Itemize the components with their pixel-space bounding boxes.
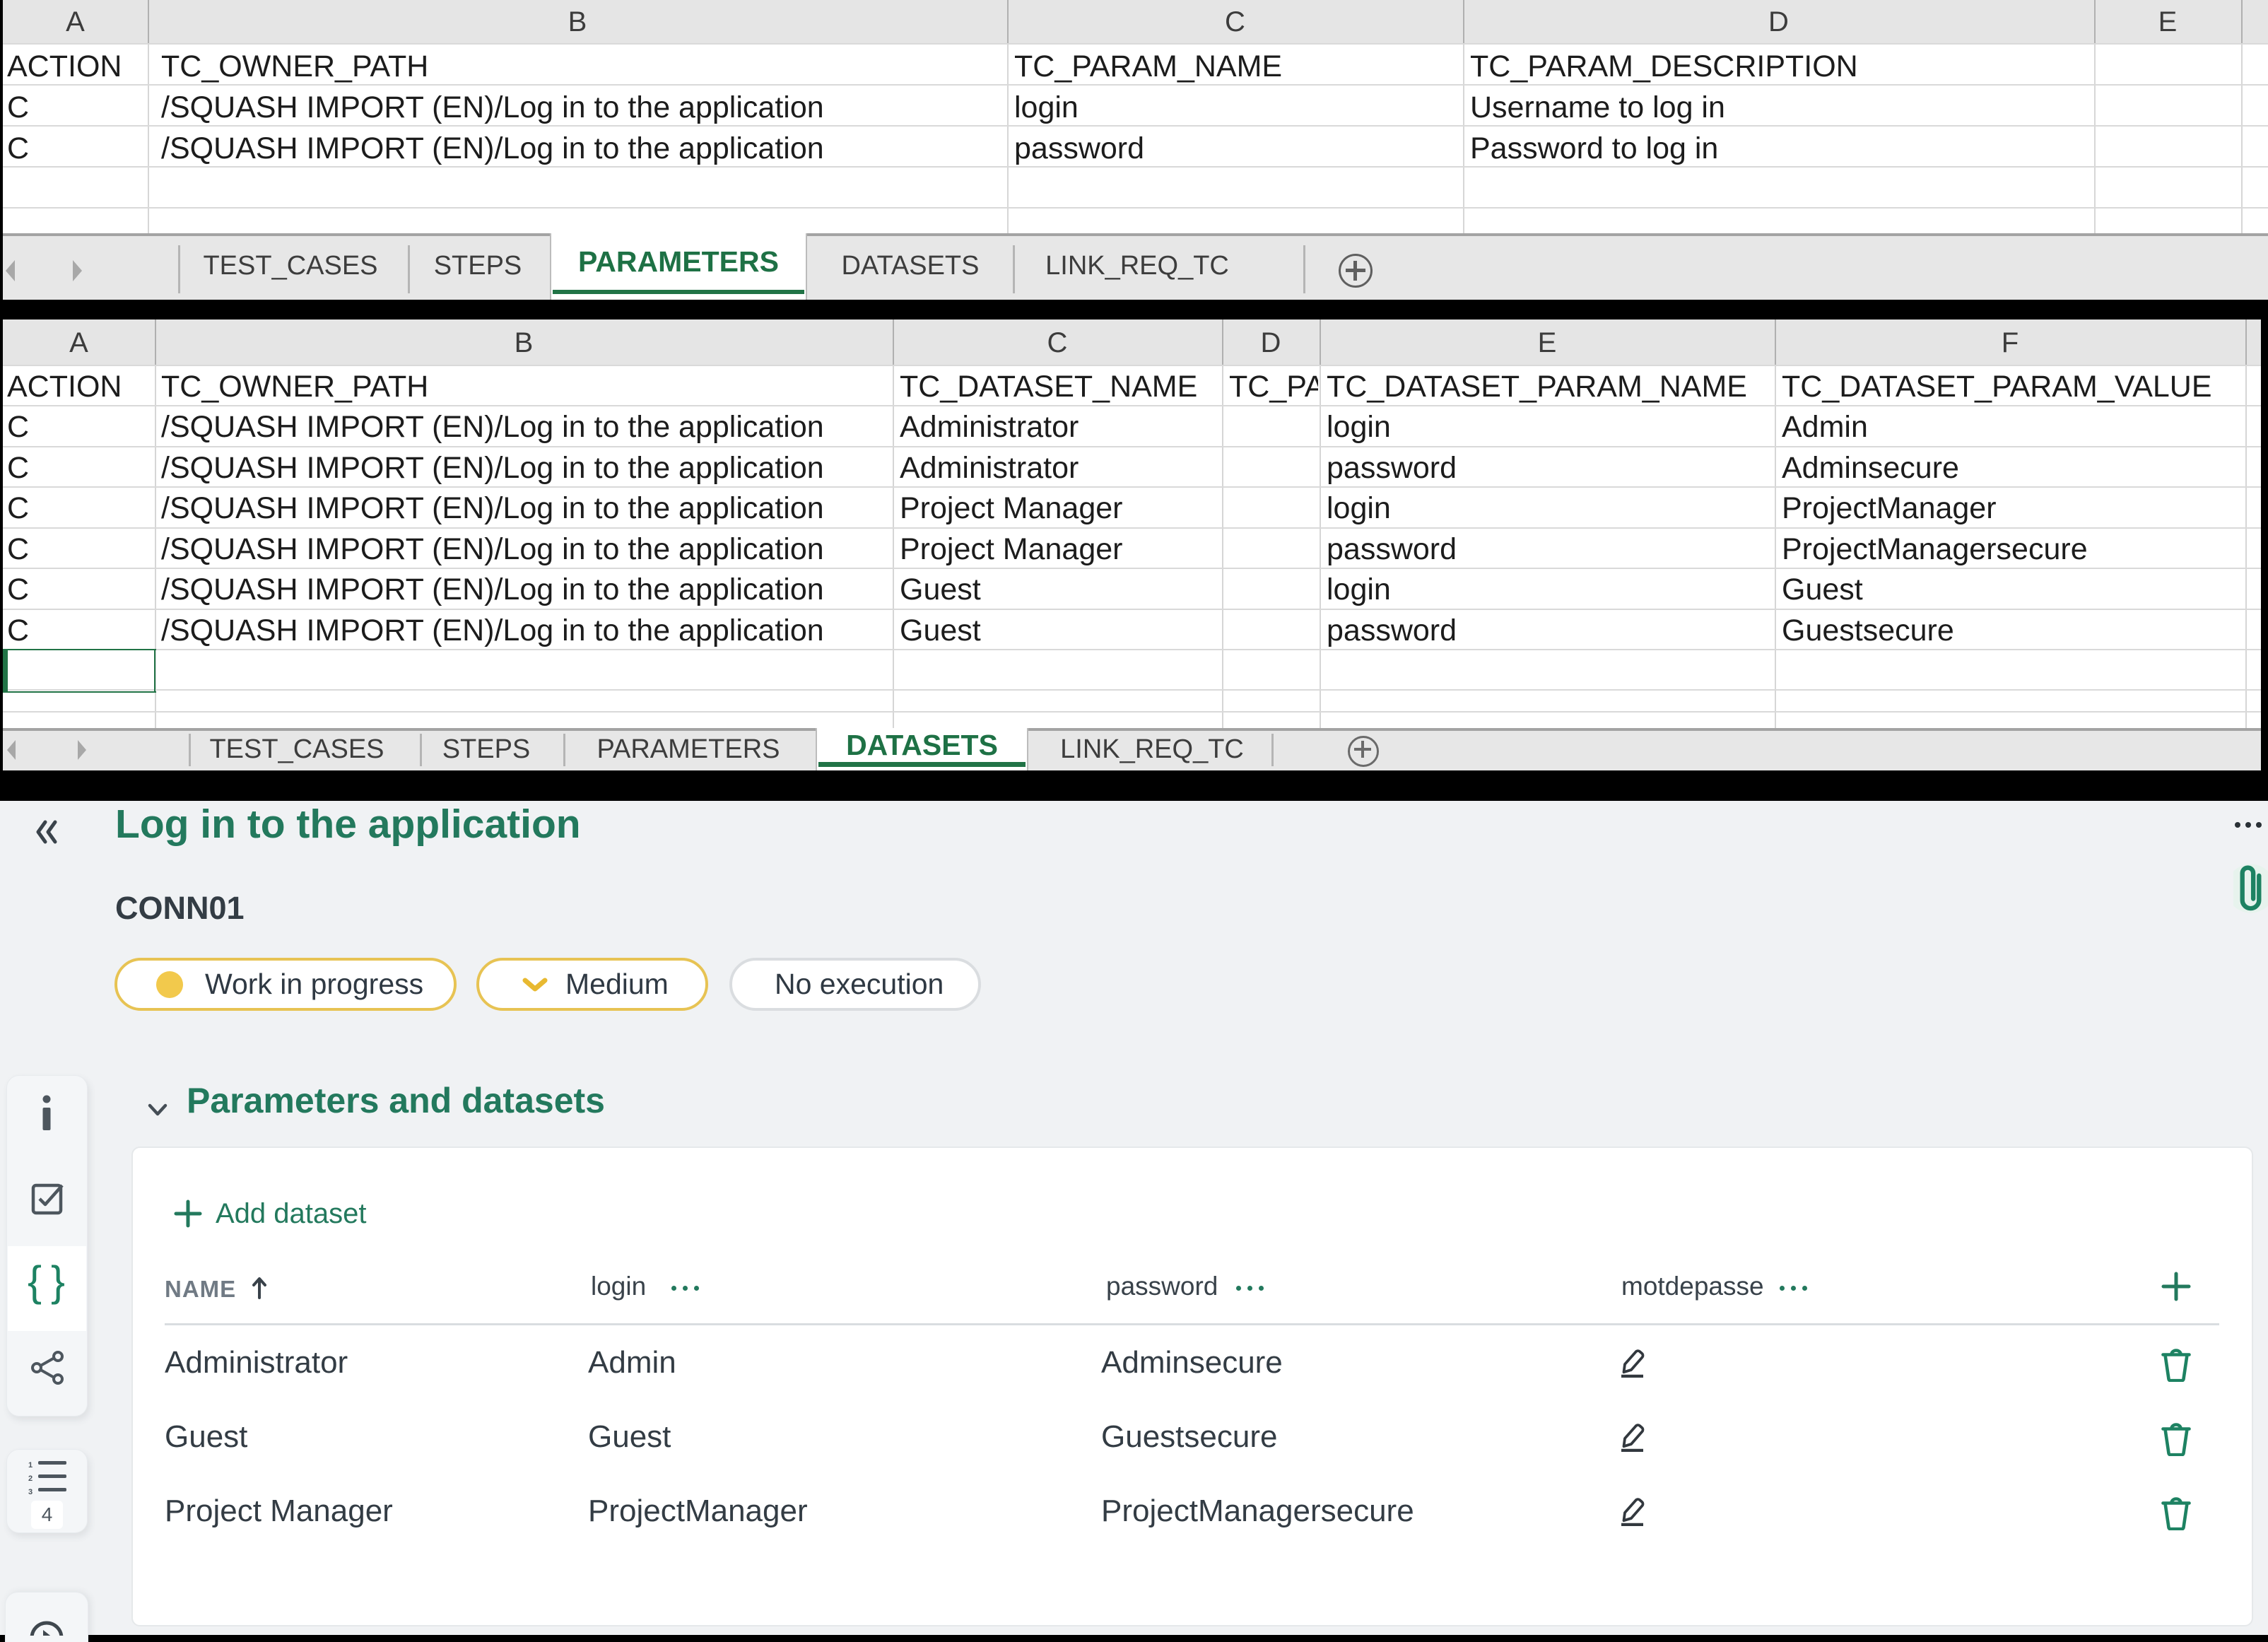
svg-text:2: 2 [28,1474,33,1483]
svg-text:3: 3 [28,1488,33,1496]
svg-text:1: 1 [28,1461,33,1470]
